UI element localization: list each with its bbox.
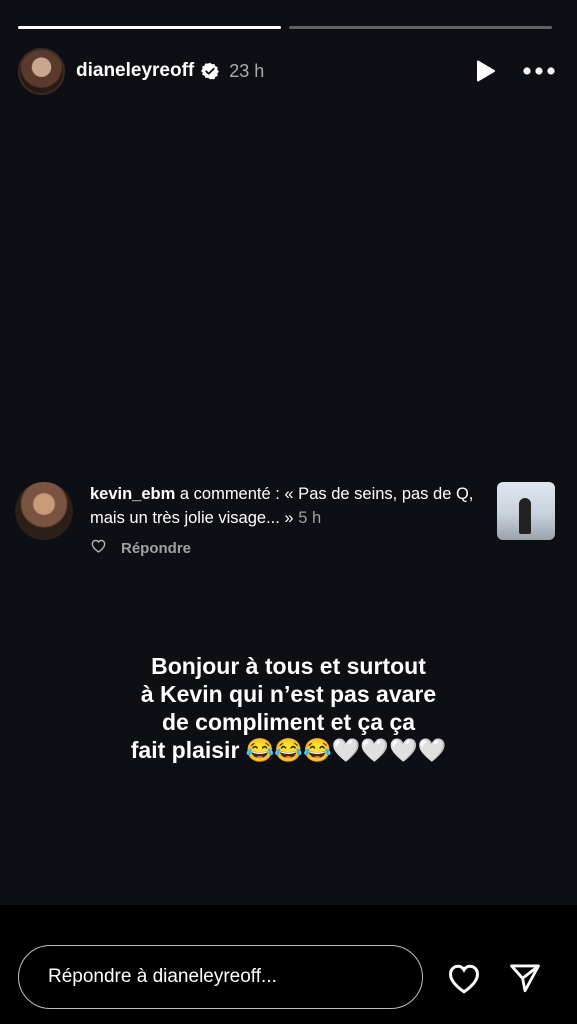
profile-avatar[interactable] (18, 47, 65, 95)
comment-reply-link[interactable]: Répondre (121, 540, 191, 557)
comment-time: 5 h (298, 509, 322, 527)
verified-badge-icon (201, 62, 220, 80)
story-content[interactable]: dianeleyreoff 23 h kevin_ebm a commenté … (0, 0, 577, 905)
story-progress (18, 26, 552, 29)
story-caption: Bonjour à tous et surtout à Kevin qui n’… (0, 652, 577, 764)
progress-segment (289, 26, 552, 29)
reply-placeholder: Répondre à dianeleyreoff... (48, 966, 277, 987)
progress-fill (18, 26, 281, 29)
commenter-username: kevin_ebm (90, 485, 176, 503)
caption-line: fait plaisir 😂😂😂🤍🤍🤍🤍 (130, 737, 447, 763)
more-icon[interactable] (523, 67, 555, 75)
commenter-avatar (15, 482, 73, 540)
comment-text: kevin_ebm a commenté : « Pas de seins, p… (90, 482, 485, 530)
post-time: 23 h (229, 60, 265, 81)
send-icon[interactable] (507, 961, 543, 1000)
reply-bar: Répondre à dianeleyreoff... (0, 905, 577, 1024)
caption-line: à Kevin qui n’est pas avare (140, 681, 437, 707)
progress-segment (18, 26, 281, 29)
caption-line: de compliment et ça ça (161, 709, 416, 735)
post-thumbnail[interactable] (497, 482, 555, 540)
play-icon[interactable] (475, 59, 497, 83)
story-header: dianeleyreoff 23 h (18, 46, 555, 96)
reply-input[interactable]: Répondre à dianeleyreoff... (18, 945, 423, 1009)
heart-icon[interactable] (446, 961, 482, 999)
caption-line: Bonjour à tous et surtout (151, 653, 426, 679)
profile-username[interactable]: dianeleyreoff (76, 60, 194, 82)
heart-outline-icon[interactable] (90, 538, 107, 558)
